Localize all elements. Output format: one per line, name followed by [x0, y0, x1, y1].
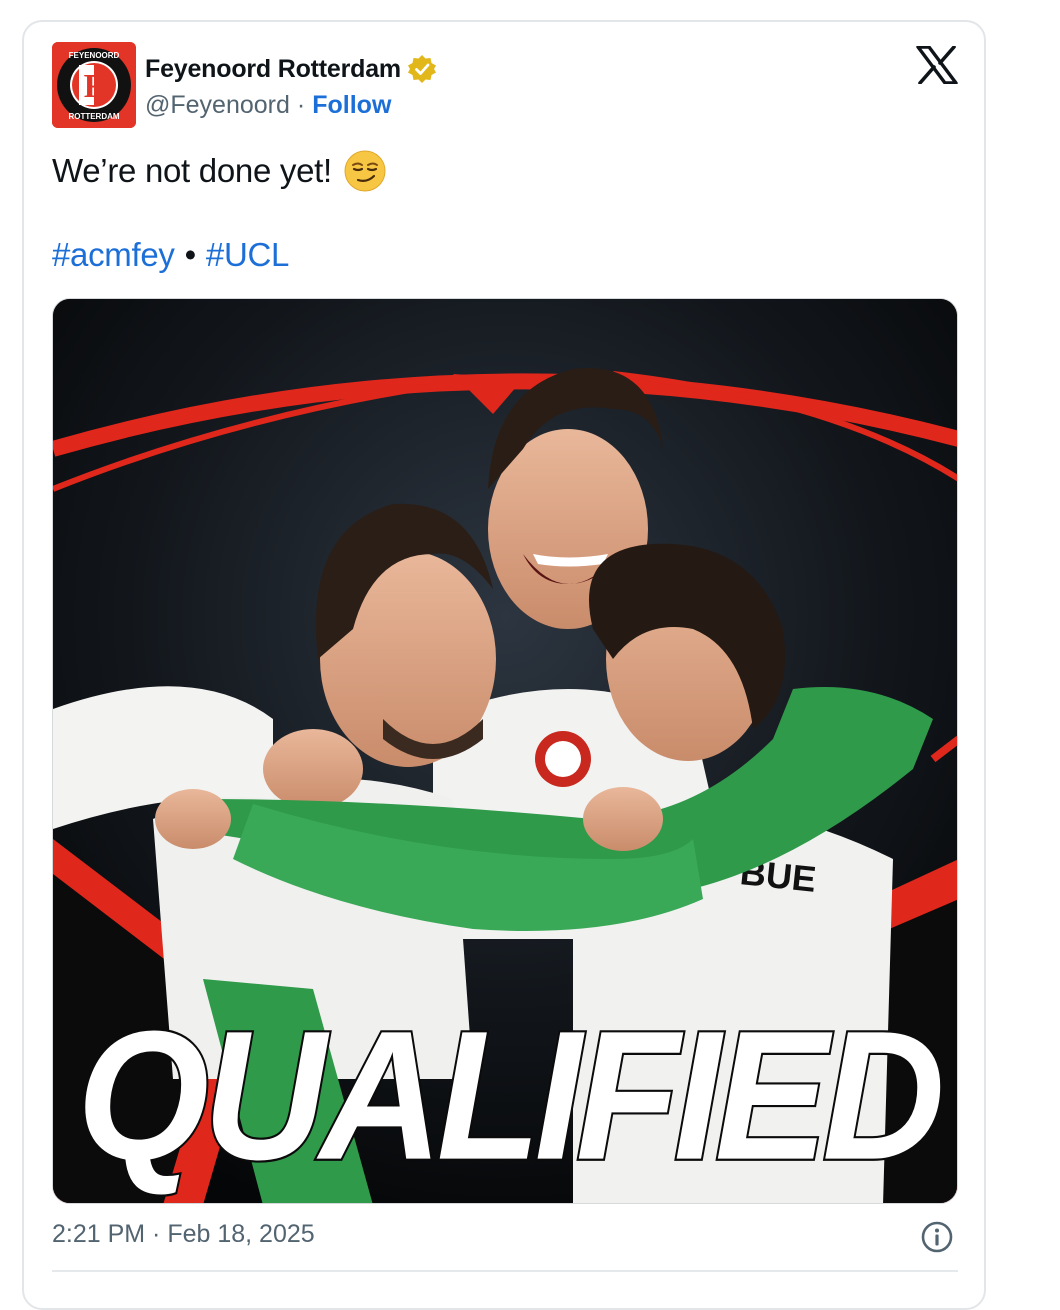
verified-badge-icon	[407, 55, 436, 83]
info-icon[interactable]	[920, 1220, 954, 1254]
qualified-graphic: BUE QUALIFIED	[53, 299, 957, 1203]
logo-ring-top: FEYENOORD	[69, 51, 120, 60]
hashtag-acmfey[interactable]: #acmfey	[52, 236, 175, 274]
display-name[interactable]: Feyenoord Rotterdam	[145, 55, 401, 84]
tweet-timestamp[interactable]: 2:21 PM · Feb 18, 2025	[52, 1220, 315, 1249]
author-name-row: Feyenoord Rotterdam	[145, 52, 437, 86]
footer-divider	[52, 1270, 958, 1272]
handle[interactable]: @Feyenoord	[145, 91, 290, 120]
author-handle-row: @Feyenoord · Follow	[145, 88, 391, 122]
hashtag-ucl[interactable]: #UCL	[206, 236, 289, 274]
smirking-face-emoji	[344, 150, 386, 192]
logo-letter: F	[84, 68, 105, 105]
tweet-media-image[interactable]: BUE QUALIFIED	[52, 298, 958, 1204]
hashtag-separator: •	[184, 236, 197, 273]
profile-avatar[interactable]: F FEYENOORD ROTTERDAM	[52, 42, 136, 128]
tweet-text-body: We’re not done yet!	[52, 152, 332, 189]
hashtag-row: #acmfey • #UCL	[52, 236, 289, 274]
handle-separator: ·	[296, 90, 306, 119]
x-logo-icon[interactable]	[916, 46, 958, 84]
logo-ring-bottom: ROTTERDAM	[68, 112, 119, 121]
tweet-text: We’re not done yet!	[52, 150, 386, 192]
qualified-headline: QUALIFIED	[77, 994, 940, 1198]
feyenoord-logo: F FEYENOORD ROTTERDAM	[52, 42, 136, 128]
follow-link[interactable]: Follow	[312, 91, 391, 120]
